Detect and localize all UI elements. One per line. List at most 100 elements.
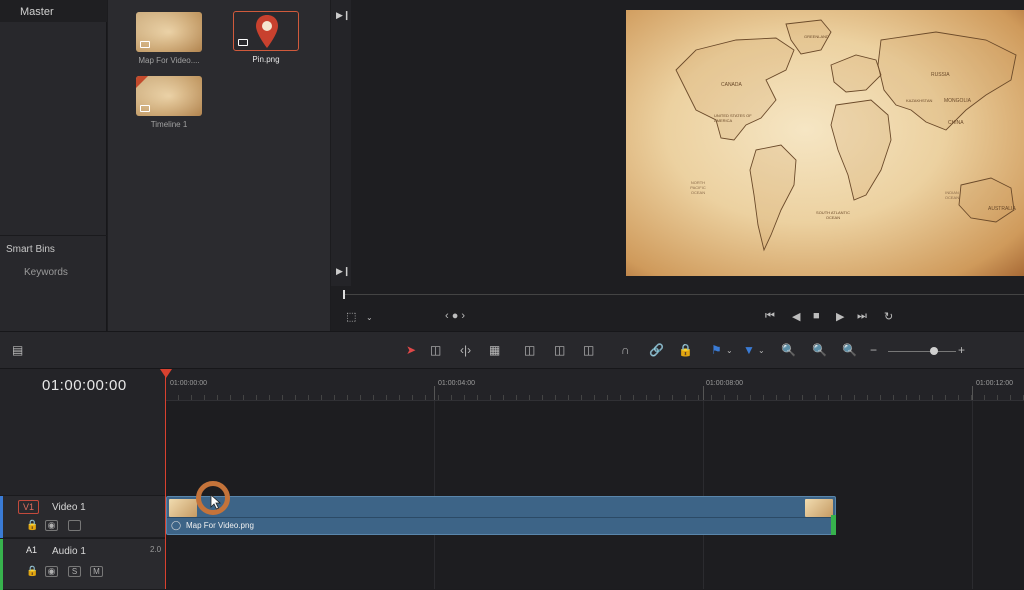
map-label: RUSSIA [931, 72, 950, 78]
clip-end-marker [831, 515, 836, 535]
track-color-strip [0, 539, 3, 590]
flag-icon[interactable]: ⚑ [711, 343, 722, 357]
play-reverse-icon[interactable]: ◀ [792, 310, 800, 323]
world-map-outline [675, 19, 1017, 252]
lock-icon[interactable]: 🔒 [678, 343, 693, 357]
zoom-out-icon[interactable]: − [870, 343, 877, 357]
auto-select-icon[interactable]: ◉ [45, 520, 58, 531]
marker-icon[interactable]: ▼ [743, 343, 755, 357]
map-label: CHINA [948, 120, 964, 126]
clip-name: Map For Video.png [186, 521, 254, 530]
zoom-in-icon[interactable]: + [958, 343, 965, 357]
viewer-image-world-map: GREENLAND CANADA UNITED STATES OF AMERIC… [626, 10, 1024, 276]
lock-icon[interactable]: 🔒 [26, 520, 38, 531]
transform-icon[interactable]: ⬚ [346, 310, 356, 323]
insert-clip-icon[interactable]: ◫ [524, 343, 535, 357]
jog-control-icon[interactable]: ‹ ● › [445, 310, 465, 322]
edit-toolbar: ▤ ➤ ◫ ‹|› ▦ ◫ ◫ ◫ ∩ 🔗 🔒 ⚑ ⌄ ▼ ⌄ 🔍 🔍 🔍 − … [0, 331, 1024, 369]
current-timecode[interactable]: 01:00:00:00 [42, 377, 127, 394]
linked-selection-icon[interactable]: 🔗 [649, 343, 664, 357]
ruler-label: 01:00:08:00 [706, 380, 743, 387]
timeline-marker-icon [136, 76, 148, 88]
timeline-view-options-icon[interactable]: ▤ [12, 343, 23, 357]
image-icon [238, 39, 248, 46]
stop-icon[interactable]: ■ [813, 310, 820, 322]
zoom-slider[interactable] [888, 351, 956, 352]
bin-list-panel: Master Smart Bins Keywords [0, 0, 107, 331]
go-to-start-icon[interactable]: ⏮ [765, 310, 775, 323]
viewer-scrub-handle[interactable] [343, 290, 345, 299]
smart-bin-keywords[interactable]: Keywords [24, 267, 68, 278]
clip-thumbnail [233, 11, 299, 51]
skip-right-icon[interactable]: ▶❙ [336, 266, 350, 277]
track-color-strip [0, 496, 3, 538]
auto-select-icon[interactable]: ◉ [45, 566, 58, 577]
playhead[interactable] [165, 369, 166, 589]
map-label: AUSTRALIA [988, 206, 1016, 212]
selection-tool-icon[interactable]: ➤ [406, 343, 416, 357]
viewer-side-strip: ▶❙ ▶❙ [331, 0, 351, 286]
play-icon[interactable]: ▶ [836, 310, 844, 323]
clip-thumbnail [136, 76, 202, 116]
chevron-down-icon[interactable]: ⌄ [726, 346, 733, 355]
clip-thumbnail [136, 12, 202, 52]
zoom-slider-handle[interactable] [930, 347, 938, 355]
map-label: CANADA [721, 82, 742, 88]
replace-clip-icon[interactable]: ◫ [583, 343, 594, 357]
mouse-cursor-icon [210, 494, 222, 510]
solo-button[interactable]: S [68, 566, 81, 577]
map-pin-icon [256, 15, 278, 48]
timeline-clip[interactable]: ◯ Map For Video.png [166, 496, 836, 535]
loop-icon[interactable]: ↻ [884, 310, 893, 323]
media-pool: Map For Video.... Pin.png Timeline 1 [108, 0, 330, 331]
bin-master[interactable]: Master [0, 0, 107, 22]
map-label: KAZAKHSTAN [906, 98, 933, 103]
media-clip-pin[interactable]: Pin.png [233, 11, 299, 64]
lock-icon[interactable]: 🔒 [26, 566, 38, 577]
track-header-audio-1: A1 Audio 1 2.0 🔒 ◉ S M [0, 538, 165, 590]
ruler-label: 01:00:00:00 [170, 380, 207, 387]
timeline-tracks-area[interactable] [165, 401, 1024, 589]
chevron-down-icon[interactable]: ⌄ [758, 346, 765, 355]
map-label: SOUTH ATLANTIC OCEAN [816, 210, 850, 220]
ruler-label: 01:00:04:00 [438, 380, 475, 387]
track-header-spacer [0, 401, 165, 495]
skip-right-icon[interactable]: ▶❙ [336, 10, 350, 21]
smart-bins-header: Smart Bins [0, 235, 107, 255]
media-clip-map[interactable]: Map For Video.... [136, 12, 202, 65]
clip-thumbnail-end [805, 499, 833, 517]
media-clip-timeline[interactable]: Timeline 1 [136, 76, 202, 129]
playhead-handle[interactable] [160, 369, 172, 378]
viewer-panel: ▶❙ ▶❙ GREENLAND CANADA UNITED STATES OF … [331, 0, 1024, 331]
map-label: NORTH PACIFIC OCEAN [690, 180, 706, 195]
go-to-end-icon[interactable]: ⏭ [857, 310, 867, 323]
timeline-icon [140, 105, 150, 112]
mute-button[interactable]: M [90, 566, 103, 577]
trim-tool-icon[interactable]: ◫ [430, 343, 441, 357]
ruler-label: 01:00:12:00 [976, 380, 1013, 387]
image-icon [140, 41, 150, 48]
map-label: UNITED STATES OF AMERICA [714, 113, 752, 123]
clip-name: Pin.png [252, 55, 280, 64]
chevron-down-icon[interactable]: ⌄ [366, 313, 373, 322]
timecode-display: 01:00:00:00 [0, 369, 165, 401]
dynamic-trim-icon[interactable]: ‹|› [460, 343, 471, 357]
zoom-custom-icon[interactable]: 🔍 [842, 343, 857, 357]
viewer-scrub-bar[interactable] [343, 294, 1024, 295]
snapping-icon[interactable]: ∩ [621, 343, 630, 357]
zoom-full-icon[interactable]: 🔍 [781, 343, 796, 357]
timeline-ruler[interactable]: 01:00:00:00 01:00:04:00 01:00:08:00 01:0… [165, 369, 1024, 401]
overwrite-clip-icon[interactable]: ◫ [554, 343, 565, 357]
track-visibility-icon[interactable] [68, 520, 81, 531]
clip-name: Map For Video.... [138, 56, 200, 65]
track-name: Audio 1 [52, 546, 86, 557]
zoom-detail-icon[interactable]: 🔍 [812, 343, 827, 357]
track-header-video-1: V1 Video 1 🔒 ◉ [0, 495, 165, 538]
track-tag-v1[interactable]: V1 [18, 500, 40, 514]
blade-tool-icon[interactable]: ▦ [489, 343, 500, 357]
clip-name: Timeline 1 [150, 120, 188, 129]
track-tag-a1[interactable]: A1 [22, 544, 41, 556]
map-label: MONGOLIA [944, 98, 971, 104]
clip-thumbnail-start [169, 499, 197, 517]
map-label: INDIAN OCEAN [944, 190, 960, 200]
